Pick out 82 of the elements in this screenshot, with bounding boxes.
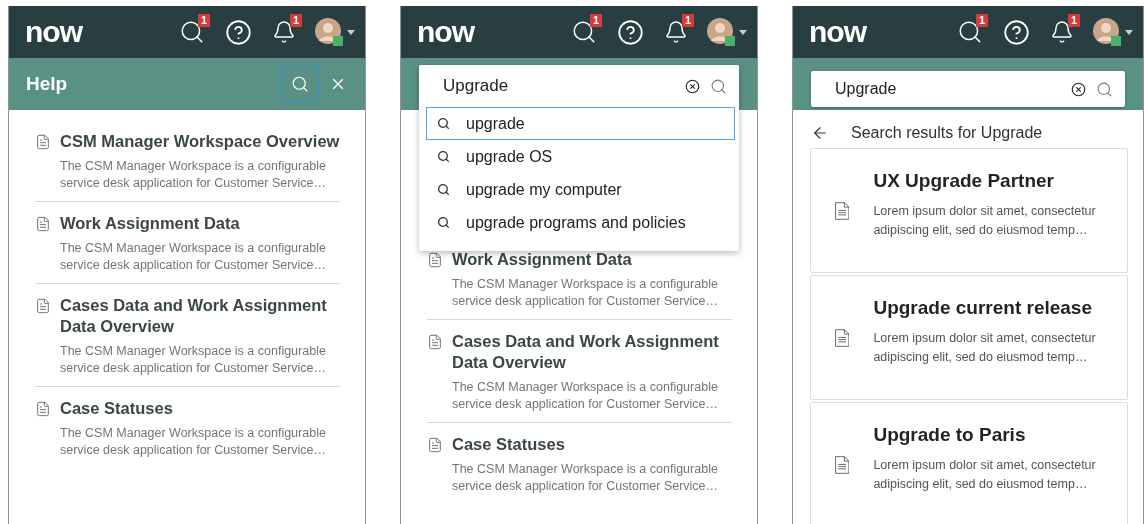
notification-badge: 1 (197, 14, 210, 27)
document-icon (427, 252, 443, 268)
suggestion-item[interactable]: upgrade programs and policies (426, 206, 735, 239)
article-item[interactable]: Cases Data and Work Assignment Data Overview The CSM Manager Workspace is a configurable service desk application for Customer Service… (427, 320, 732, 423)
article-item[interactable]: Cases Data and Work Assignment Data Overview The CSM Manager Workspace is a configurable service desk application for Customer Service… (35, 284, 340, 387)
search-icon (437, 216, 450, 229)
search-field[interactable]: Upgrade (811, 71, 1125, 107)
search-icon (291, 75, 309, 93)
avatar-icon (1092, 17, 1122, 47)
notifications-button[interactable]: 1 (660, 16, 692, 48)
document-icon (35, 298, 51, 314)
article-description: The CSM Manager Workspace is a configurable service desk application for Customer Service… (452, 461, 720, 495)
article-item[interactable]: Case Statuses The CSM Manager Workspace is a configurable service desk application for Customer Service… (427, 423, 732, 504)
clear-icon[interactable] (685, 78, 700, 94)
article-description: The CSM Manager Workspace is a configurable service desk application for Customer Service… (60, 343, 328, 377)
article-item[interactable]: Work Assignment Data The CSM Manager Workspace is a configurable service desk application for Customer Service… (35, 202, 340, 284)
article-title: Case Statuses (452, 434, 566, 455)
result-description: Lorem ipsum dolor sit amet, consectetur adipiscing elit, sed do eiusmod temp… (873, 456, 1097, 493)
result-title: UX Upgrade Partner (873, 169, 1055, 192)
notifications-button[interactable]: 1 (1046, 16, 1078, 48)
results-heading: Search results for Upgrade (851, 124, 1043, 142)
search-button[interactable] (281, 66, 319, 102)
panel-title: Help (26, 73, 68, 95)
article-description: The CSM Manager Workspace is a configurable service desk application for Customer Service… (60, 158, 328, 192)
search-icon (437, 183, 450, 196)
search-button[interactable]: 1 (568, 16, 600, 48)
search-button[interactable]: 1 (176, 16, 208, 48)
avatar-menu-button[interactable] (1092, 17, 1133, 47)
article-item[interactable]: Case Statuses The CSM Manager Workspace is a configurable service desk application for Customer Service… (35, 387, 340, 468)
article-item[interactable]: CSM Manager Workspace Overview The CSM Manager Workspace is a configurable service desk application for Customer Service… (35, 120, 340, 202)
article-title: Work Assignment Data (60, 213, 241, 234)
document-icon (427, 437, 443, 453)
search-field[interactable]: Upgrade (419, 65, 739, 107)
search-icon[interactable] (1096, 80, 1113, 98)
avatar-menu-button[interactable] (314, 17, 355, 47)
caret-icon (739, 29, 747, 35)
search-button[interactable]: 1 (954, 16, 986, 48)
document-icon (35, 134, 51, 150)
search-icon (437, 150, 450, 163)
back-button[interactable] (811, 124, 829, 142)
avatar-icon (706, 17, 736, 47)
article-title: CSM Manager Workspace Overview (60, 131, 340, 152)
notification-badge: 1 (681, 14, 694, 27)
result-title: Upgrade current release (873, 296, 1093, 319)
document-icon (427, 334, 443, 350)
result-card[interactable]: UX Upgrade Partner Lorem ipsum dolor sit amet, consectetur adipiscing elit, sed do eiusmod temp… (810, 148, 1128, 273)
logo: now (809, 17, 866, 47)
search-field[interactable]: Upgrade (441, 75, 675, 97)
document-icon (35, 401, 51, 417)
suggestion-item[interactable]: upgrade my computer (426, 173, 735, 206)
result-description: Lorem ipsum dolor sit amet, consectetur adipiscing elit, sed do eiusmod temp… (873, 202, 1097, 239)
article-description: The CSM Manager Workspace is a configurable service desk application for Customer Service… (60, 425, 328, 459)
search-field[interactable]: Upgrade (833, 79, 1061, 99)
logo: now (417, 17, 474, 47)
notification-badge: 1 (289, 14, 302, 27)
notifications-button[interactable]: 1 (268, 16, 300, 48)
document-icon (35, 216, 51, 232)
result-title: Upgrade to Paris (873, 423, 1027, 446)
notification-badge: 1 (589, 14, 602, 27)
notification-badge: 1 (1067, 14, 1080, 27)
article-item[interactable]: Work Assignment Data The CSM Manager Workspace is a configurable service desk application for Customer Service… (427, 238, 732, 320)
article-description: The CSM Manager Workspace is a configurable service desk application for Customer Service… (452, 276, 720, 310)
clear-icon[interactable] (1071, 81, 1086, 97)
result-card[interactable]: Upgrade to Paris Lorem ipsum dolor sit amet, consectetur adipiscing elit, sed do eiusmod temp… (810, 402, 1128, 524)
search-icon[interactable] (710, 77, 727, 95)
notification-badge: 1 (975, 14, 988, 27)
logo: now (25, 17, 82, 47)
avatar-menu-button[interactable] (706, 17, 747, 47)
result-description: Lorem ipsum dolor sit amet, consectetur adipiscing elit, sed do eiusmod temp… (873, 329, 1097, 366)
search-icon (437, 117, 450, 130)
article-description: The CSM Manager Workspace is a configurable service desk application for Customer Service… (452, 379, 720, 413)
article-title: Work Assignment Data (452, 249, 633, 270)
article-description: The CSM Manager Workspace is a configurable service desk application for Customer Service… (60, 240, 328, 274)
suggestion-item[interactable]: upgrade (426, 107, 735, 140)
caret-icon (1125, 29, 1133, 35)
suggestion-item[interactable]: upgrade OS (426, 140, 735, 173)
article-title: Case Statuses (60, 398, 174, 419)
article-title: Cases Data and Work Assignment Data Overview (60, 295, 328, 337)
result-card[interactable]: Upgrade current release Lorem ipsum dolor sit amet, consectetur adipiscing elit, sed do eiusmod temp… (810, 275, 1128, 400)
avatar-icon (314, 17, 344, 47)
caret-icon (347, 29, 355, 35)
article-title: Cases Data and Work Assignment Data Overview (452, 331, 720, 373)
